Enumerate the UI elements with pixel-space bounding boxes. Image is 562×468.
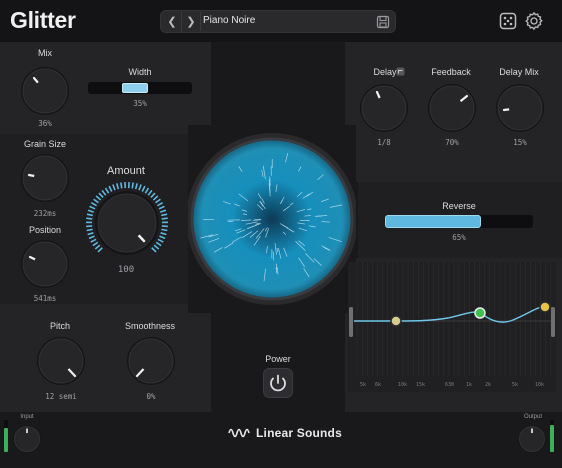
- feedback-value: 70%: [445, 138, 459, 147]
- header-bar: Glitter ❮ ❯ Piano Noire: [0, 0, 562, 42]
- eq-freq-label: 2k: [485, 382, 491, 388]
- reverse-fill: [385, 215, 482, 228]
- width-value: 35%: [133, 99, 147, 108]
- chevron-left-icon[interactable]: ❮: [163, 12, 182, 31]
- eq-freq-label: 5k: [360, 382, 366, 388]
- eq-node-1[interactable]: [390, 315, 402, 327]
- amount-knob[interactable]: [84, 180, 170, 266]
- eq-freq-label: 6k: [375, 382, 381, 388]
- position-label: Position: [28, 225, 62, 235]
- reverse-label: Reverse: [442, 201, 476, 211]
- amount-value: 100: [117, 265, 135, 275]
- chevron-right-icon[interactable]: ❯: [182, 12, 201, 31]
- delay-value: 1/8: [377, 138, 391, 147]
- eq-node-3[interactable]: [539, 301, 551, 313]
- grain-size-value: 232ms: [33, 209, 57, 218]
- plugin-window: Glitter ❮ ❯ Piano Noire Mix 36% Width 35…: [0, 0, 562, 468]
- mix-knob[interactable]: [19, 65, 71, 117]
- eq-freq-label: 10k: [398, 382, 407, 388]
- preset-selector[interactable]: ❮ ❯ Piano Noire: [160, 10, 396, 33]
- pitch-knob[interactable]: [35, 335, 87, 387]
- grain-size-label: Grain Size: [23, 139, 67, 149]
- power-label: Power: [265, 354, 291, 364]
- feedback-label: Feedback: [431, 67, 471, 77]
- eq-freq-label: 630: [445, 382, 454, 388]
- eq-right-handle[interactable]: [551, 307, 555, 337]
- reverse-value: 65%: [452, 233, 466, 242]
- eq-freq-label: 10k: [535, 382, 544, 388]
- gear-icon[interactable]: [524, 11, 544, 31]
- delay-mix-value: 15%: [513, 138, 527, 147]
- mix-value: 36%: [38, 119, 52, 128]
- save-icon[interactable]: [375, 14, 391, 30]
- power-button[interactable]: [263, 368, 293, 398]
- delay-sync-icon[interactable]: [396, 67, 405, 76]
- brand-name: Linear Sounds: [256, 426, 342, 440]
- randomize-dice-icon[interactable]: [498, 11, 518, 31]
- input-knob[interactable]: [12, 424, 42, 454]
- smoothness-label: Smoothness: [124, 321, 176, 331]
- preset-name[interactable]: Piano Noire: [203, 15, 255, 26]
- amount-label: Amount: [107, 165, 145, 177]
- pitch-value: 12 semi: [45, 392, 77, 401]
- reverse-slider[interactable]: [385, 215, 533, 228]
- input-meter: [4, 420, 8, 452]
- delay-mix-knob[interactable]: [494, 82, 546, 134]
- position-value: 541ms: [33, 294, 57, 303]
- app-title: Glitter: [10, 7, 76, 33]
- brand-logo: Linear Sounds: [228, 425, 342, 441]
- waveform-logo-icon: [228, 428, 250, 438]
- smoothness-value: 0%: [146, 392, 156, 401]
- width-slider[interactable]: [88, 82, 192, 94]
- width-label: Width: [128, 67, 152, 77]
- eq-left-handle[interactable]: [349, 307, 353, 337]
- eq-freq-label: 1k: [466, 382, 472, 388]
- grain-size-knob[interactable]: [19, 152, 71, 204]
- output-knob[interactable]: [517, 424, 547, 454]
- smoothness-knob[interactable]: [125, 335, 177, 387]
- eq-node-2[interactable]: [474, 307, 486, 319]
- pitch-label: Pitch: [49, 321, 70, 331]
- output-label: Output: [523, 414, 542, 420]
- delay-knob[interactable]: [358, 82, 410, 134]
- eq-freq-label: 15k: [416, 382, 425, 388]
- feedback-knob[interactable]: [426, 82, 478, 134]
- eq-graph[interactable]: 5k 6k 10k 15k 630 1k 2k 5k 10k: [348, 262, 556, 392]
- delay-mix-label: Delay Mix: [499, 67, 539, 77]
- input-label: Input: [20, 414, 34, 420]
- position-knob[interactable]: [19, 238, 71, 290]
- mix-label: Mix: [38, 48, 52, 58]
- grain-visualizer: [188, 125, 356, 313]
- eq-freq-label: 5k: [512, 382, 518, 388]
- width-handle[interactable]: [122, 83, 148, 93]
- output-meter: [550, 420, 554, 452]
